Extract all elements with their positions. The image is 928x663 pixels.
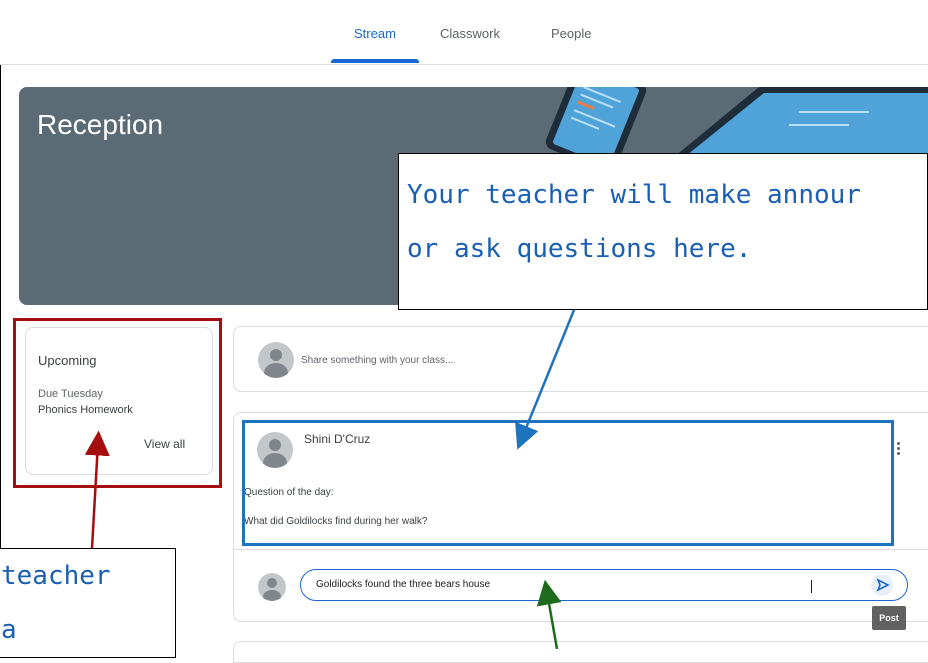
send-icon[interactable] xyxy=(871,574,893,596)
post-highlight-box xyxy=(242,420,894,546)
avatar xyxy=(258,342,294,378)
upcoming-highlight-box xyxy=(13,318,222,488)
post-tooltip: Post xyxy=(872,606,906,630)
comment-input[interactable]: Goldilocks found the three bears house xyxy=(300,569,908,601)
class-title: Reception xyxy=(37,109,164,140)
left-callout-line-2: a xyxy=(1,615,17,645)
commenter-avatar xyxy=(258,573,286,601)
tab-stream[interactable]: Stream xyxy=(354,26,396,41)
text-cursor xyxy=(811,580,812,593)
comment-value[interactable]: Goldilocks found the three bears house xyxy=(316,579,490,590)
callout-line-2: or ask questions here. xyxy=(407,234,752,264)
left-callout-line-1: teacher xyxy=(1,561,111,591)
announcement-callout: Your teacher will make annour or ask que… xyxy=(398,153,928,310)
share-box[interactable]: Share something with your class... xyxy=(233,326,928,392)
divider xyxy=(234,549,928,550)
upcoming-callout: teacher a xyxy=(0,548,176,658)
callout-line-1: Your teacher will make annour xyxy=(407,180,861,210)
tab-people[interactable]: People xyxy=(551,26,591,41)
more-vert-icon[interactable] xyxy=(897,442,903,455)
top-navigation: Stream Classwork People xyxy=(0,0,928,65)
tab-classwork[interactable]: Classwork xyxy=(440,26,500,41)
active-tab-indicator xyxy=(331,59,419,63)
next-post-card xyxy=(233,641,928,663)
share-placeholder[interactable]: Share something with your class... xyxy=(301,355,453,366)
